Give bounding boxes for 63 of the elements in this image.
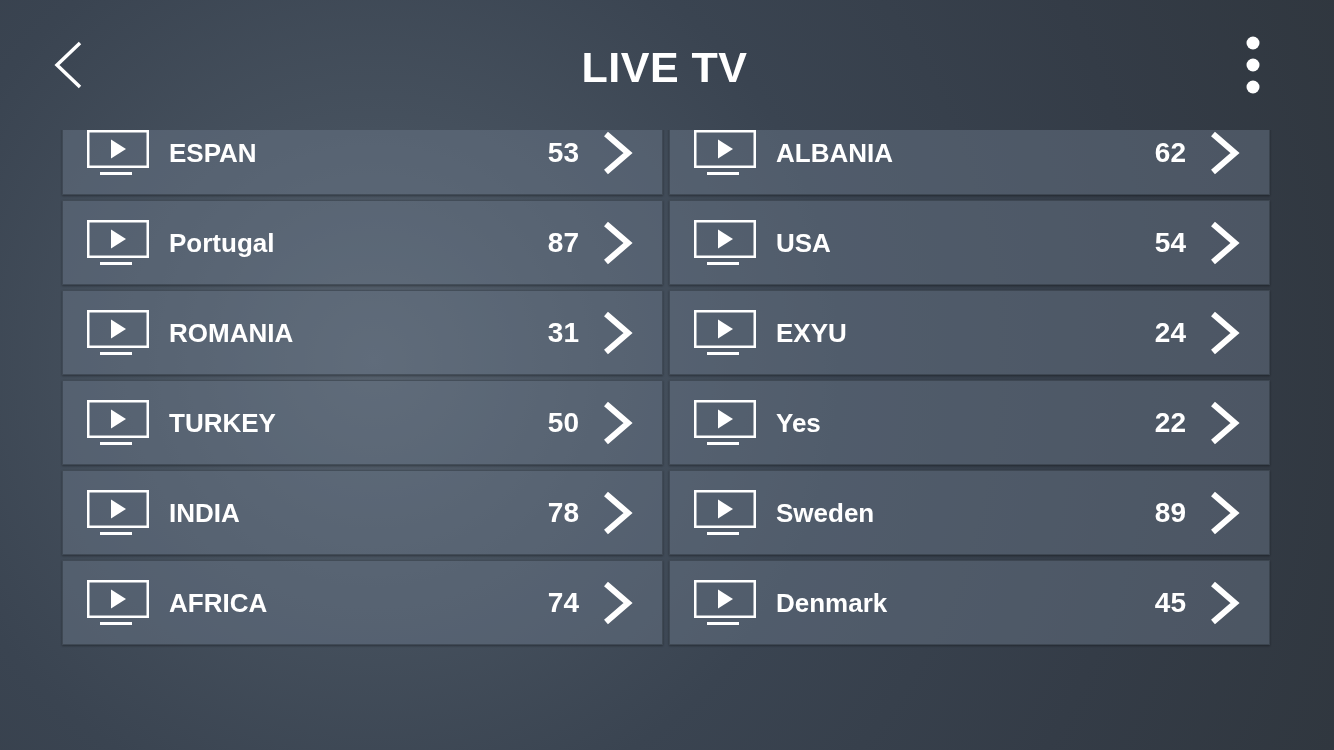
category-name: ROMANIA (169, 319, 294, 346)
channel-count: 78 (547, 498, 579, 527)
chevron-right-icon (1210, 130, 1240, 175)
category-row[interactable]: AFRICA 74 (62, 560, 663, 645)
tv-play-icon (694, 310, 756, 355)
category-name: AFRICA (169, 589, 268, 616)
tv-play-icon (694, 580, 756, 625)
channel-count: 62 (1154, 138, 1186, 167)
category-row[interactable]: ROMANIA 31 (62, 290, 663, 375)
chevron-right-icon (603, 130, 633, 175)
category-name: TURKEY (169, 409, 276, 436)
channel-count: 87 (547, 228, 579, 257)
tv-play-icon (87, 400, 149, 445)
chevron-right-icon (1210, 490, 1240, 535)
page-title: LIVE TV (581, 45, 748, 89)
category-name: Yes (776, 409, 821, 436)
tv-play-icon (87, 580, 149, 625)
tv-play-icon (87, 130, 149, 175)
more-menu-icon[interactable] (1246, 36, 1260, 94)
category-name: ESPAN (169, 139, 257, 166)
category-row[interactable]: TURKEY 50 (62, 380, 663, 465)
category-row[interactable]: USA 54 (669, 200, 1270, 285)
tv-play-icon (694, 490, 756, 535)
category-row[interactable]: Sweden 89 (669, 470, 1270, 555)
back-icon[interactable] (53, 41, 83, 89)
channel-count: 31 (547, 318, 579, 347)
channel-count: 74 (547, 588, 579, 617)
chevron-right-icon (1210, 580, 1240, 625)
channel-count: 89 (1154, 498, 1186, 527)
chevron-right-icon (1210, 400, 1240, 445)
category-row[interactable]: Yes 22 (669, 380, 1270, 465)
chevron-right-icon (1210, 310, 1240, 355)
category-name: Portugal (169, 229, 275, 256)
channel-count: 24 (1154, 318, 1186, 347)
category-name: Denmark (776, 589, 888, 616)
tv-play-icon (87, 310, 149, 355)
category-row[interactable]: EXYU 24 (669, 290, 1270, 375)
category-name: Sweden (776, 499, 875, 526)
tv-play-icon (87, 490, 149, 535)
category-name: ALBANIA (776, 139, 893, 166)
tv-play-icon (87, 220, 149, 265)
tv-play-icon (694, 400, 756, 445)
tv-play-icon (694, 130, 756, 175)
category-row[interactable]: Portugal 87 (62, 200, 663, 285)
channel-count: 22 (1154, 408, 1186, 437)
category-row[interactable]: INDIA 78 (62, 470, 663, 555)
channel-count: 53 (547, 138, 579, 167)
chevron-right-icon (603, 490, 633, 535)
channel-count: 50 (547, 408, 579, 437)
chevron-right-icon (603, 310, 633, 355)
chevron-right-icon (603, 220, 633, 265)
category-row[interactable]: ALBANIA 62 (669, 130, 1270, 195)
chevron-right-icon (1210, 220, 1240, 265)
tv-play-icon (694, 220, 756, 265)
channel-count: 54 (1154, 228, 1186, 257)
category-row[interactable]: Denmark 45 (669, 560, 1270, 645)
category-name: EXYU (776, 319, 847, 346)
category-name: INDIA (169, 499, 240, 526)
chevron-right-icon (603, 400, 633, 445)
chevron-right-icon (603, 580, 633, 625)
channel-count: 45 (1154, 588, 1186, 617)
category-row[interactable]: ESPAN 53 (62, 130, 663, 195)
category-name: USA (776, 229, 831, 256)
